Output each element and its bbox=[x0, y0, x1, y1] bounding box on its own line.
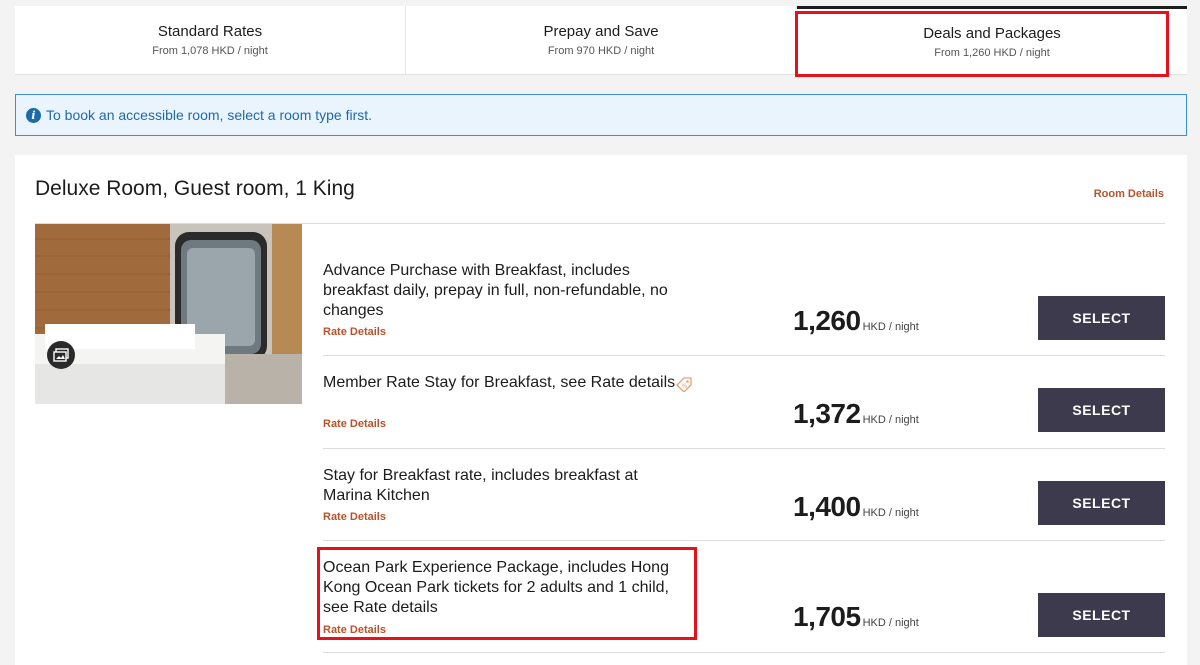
rate-price: 1,400 HKD / night bbox=[793, 491, 919, 523]
tab-title: Deals and Packages bbox=[923, 24, 1061, 42]
tab-price: From 970 HKD / night bbox=[547, 45, 655, 57]
rate-details-link[interactable]: Rate Details bbox=[323, 326, 386, 338]
room-details-link[interactable]: Room Details bbox=[1094, 188, 1164, 200]
room-title: Deluxe Room, Guest room, 1 King bbox=[35, 177, 355, 200]
rate-price: 1,260 HKD / night bbox=[793, 305, 919, 337]
price-amount: 1,372 bbox=[793, 398, 861, 429]
price-amount: 1,705 bbox=[793, 601, 861, 632]
rate-name: Stay for Breakfast rate, includes breakf… bbox=[323, 467, 638, 504]
tab-price: From 1,078 HKD / night bbox=[152, 45, 268, 57]
price-unit: HKD / night bbox=[862, 321, 919, 333]
price-unit: HKD / night bbox=[862, 414, 919, 426]
rate-name: Advance Purchase with Breakfast, include… bbox=[323, 262, 668, 319]
rate-name: Member Rate Stay for Breakfast, see Rate… bbox=[323, 373, 683, 393]
price-amount: 1,260 bbox=[793, 305, 861, 336]
rate-row: Stay for Breakfast rate, includes breakf… bbox=[323, 449, 1165, 541]
info-icon: i bbox=[26, 107, 41, 123]
select-button[interactable]: SELECT bbox=[1038, 388, 1165, 432]
svg-text:%: % bbox=[682, 383, 688, 390]
rate-name-text: Member Rate Stay for Breakfast, see Rate… bbox=[323, 374, 676, 391]
rate-row: Member Rate Stay for Breakfast, see Rate… bbox=[323, 356, 1165, 449]
room-card: Deluxe Room, Guest room, 1 King Room Det… bbox=[15, 155, 1187, 665]
tab-title: Prepay and Save bbox=[543, 23, 659, 40]
tab-title: Standard Rates bbox=[157, 23, 263, 40]
accessible-room-notice: i To book an accessible room, select a r… bbox=[15, 94, 1187, 136]
rate-row: Advance Purchase with Breakfast, include… bbox=[323, 224, 1165, 356]
price-amount: 1,400 bbox=[793, 491, 861, 522]
rate-details-link[interactable]: Rate Details bbox=[323, 511, 386, 523]
room-photo[interactable] bbox=[35, 224, 302, 404]
rate-row: Ocean Park Experience Package, includes … bbox=[323, 541, 1165, 653]
select-button[interactable]: SELECT bbox=[1038, 296, 1165, 340]
room-image bbox=[35, 224, 302, 404]
tab-price: From 1,260 HKD / night bbox=[934, 46, 1050, 59]
rate-price: 1,372 HKD / night bbox=[793, 398, 919, 430]
notice-text: To book an accessible room, select a roo… bbox=[46, 107, 373, 123]
select-button[interactable]: SELECT bbox=[1038, 593, 1165, 637]
tab-deals-and-packages[interactable]: Deals and Packages From 1,260 HKD / nigh… bbox=[797, 6, 1187, 74]
gallery-icon[interactable] bbox=[47, 341, 75, 369]
tab-standard-rates[interactable]: Standard Rates From 1,078 HKD / night bbox=[15, 6, 406, 74]
price-unit: HKD / night bbox=[862, 507, 919, 519]
rate-details-link[interactable]: Rate Details bbox=[323, 624, 386, 636]
rate-price: 1,705 HKD / night bbox=[793, 601, 919, 633]
rate-tabs: Standard Rates From 1,078 HKD / night Pr… bbox=[15, 6, 1187, 75]
price-unit: HKD / night bbox=[862, 617, 919, 629]
tab-prepay-and-save[interactable]: Prepay and Save From 970 HKD / night bbox=[406, 6, 797, 74]
rate-details-link[interactable]: Rate Details bbox=[323, 418, 386, 430]
select-button[interactable]: SELECT bbox=[1038, 481, 1165, 525]
tag-icon: % bbox=[675, 376, 693, 397]
divider bbox=[323, 652, 1165, 653]
rate-name: Ocean Park Experience Package, includes … bbox=[323, 559, 669, 616]
